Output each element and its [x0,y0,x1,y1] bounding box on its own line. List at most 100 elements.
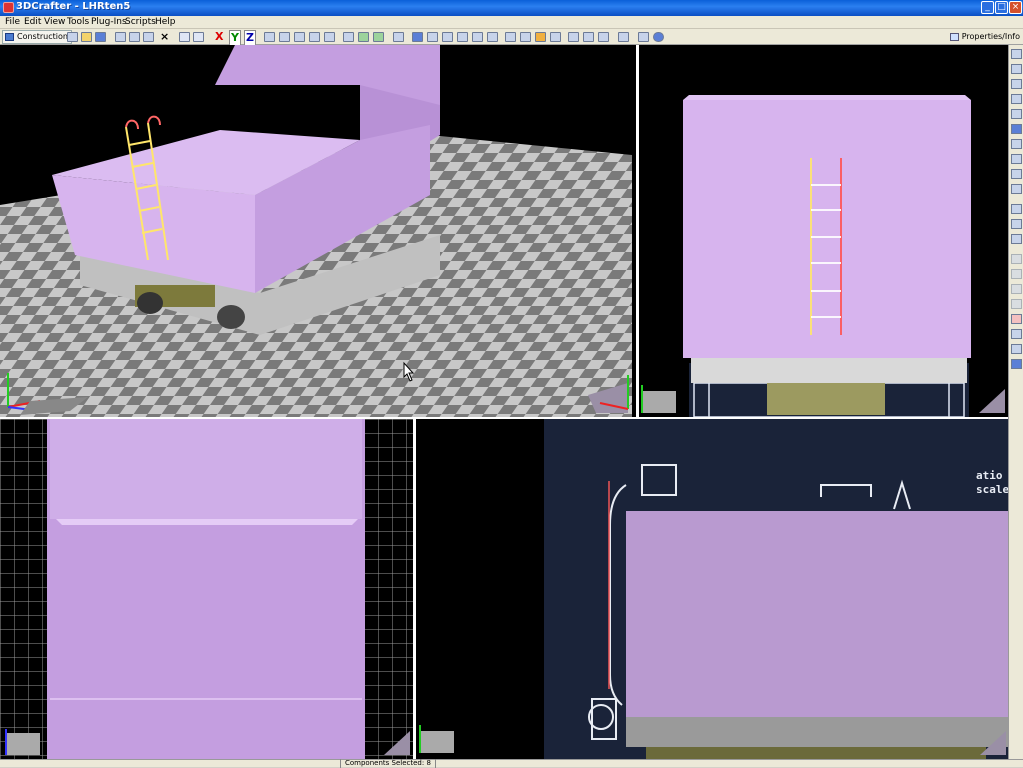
wheel-right [217,305,245,329]
select-object-icon[interactable] [373,32,384,42]
maximize-button[interactable]: □ [995,1,1008,14]
bone-icon[interactable] [487,32,498,42]
box-select-tool-icon[interactable] [1011,64,1022,74]
new-file-icon[interactable] [67,32,78,42]
side-scene: atio 1:48 scale [416,419,1008,759]
perspective-scene [0,45,636,417]
menu-view[interactable]: View [44,17,65,27]
zoom-window-icon[interactable] [309,32,320,42]
axis-z-button[interactable]: Z [244,30,256,46]
front-fuel-tank [767,383,885,415]
select-group-icon[interactable] [358,32,369,42]
disabled-tool-a-icon[interactable] [1011,254,1022,264]
disabled-tool-b-icon[interactable] [1011,269,1022,279]
globe-icon[interactable] [638,32,649,42]
menu-help[interactable]: Help [155,17,176,27]
viewport-divider-vertical-top[interactable] [636,45,639,417]
layout-split-icon[interactable] [598,32,609,42]
pin-tool-icon[interactable] [1011,184,1022,194]
axis-tool-icon[interactable] [427,32,438,42]
menu-bar: File Edit View Tools Plug-Ins Scripts He… [0,16,1023,29]
front-viewport[interactable] [639,45,1008,417]
ungroup-tool-icon[interactable] [1011,234,1022,244]
app-window: 3DCrafter - LHRten5 _ □ × File Edit View… [0,0,1023,768]
zoom-selected-icon[interactable] [279,32,290,42]
side-viewport[interactable]: atio 1:48 scale [416,419,1008,759]
properties-icon [949,33,959,41]
camera-icon[interactable] [457,32,468,42]
axis-y-button[interactable]: Y [229,30,241,46]
layout-quad-icon[interactable] [583,32,594,42]
properties-info-button[interactable]: Properties/Info [949,30,1020,44]
cancel-tool-icon[interactable] [1011,314,1022,324]
delete-icon[interactable]: × [160,30,169,44]
unlink-tool-icon[interactable] [1011,344,1022,354]
save-icon[interactable] [95,32,106,42]
menu-scripts[interactable]: Scripts [125,17,156,27]
bulb-icon[interactable] [472,32,483,42]
pointer-tool-icon[interactable] [1011,49,1022,59]
zoom-all-icon[interactable] [294,32,305,42]
zoom-region-icon[interactable] [324,32,335,42]
main-toolbar: Construction × X Y Z Properties/Info [0,29,1023,46]
side-box-face [626,511,1008,717]
scale-tool-icon[interactable] [1011,124,1022,134]
zoom-extents-icon[interactable] [264,32,275,42]
copy-icon[interactable] [129,32,140,42]
viewport-area: atio 1:48 scale [0,45,1008,759]
close-button[interactable]: × [1009,1,1022,14]
title-bar[interactable]: 3DCrafter - LHRten5 _ □ × [0,0,1023,16]
viewport-divider-vertical-bottom[interactable] [413,419,416,759]
front-chassis [691,358,967,383]
align-tool-icon[interactable] [1011,204,1022,214]
redo-icon[interactable] [193,32,204,42]
app-icon[interactable] [3,2,14,13]
menu-tools[interactable]: Tools [67,17,89,27]
help-icon[interactable] [653,32,664,42]
axis-x-button[interactable]: X [215,30,223,44]
menu-plugins[interactable]: Plug-Ins [91,17,127,27]
status-bar: Components Selected: 8 [0,759,1023,768]
front-scene [639,45,1008,417]
undo-icon[interactable] [179,32,190,42]
render-icon[interactable] [520,32,531,42]
cube-icon[interactable] [412,32,423,42]
light-icon[interactable] [393,32,404,42]
render-preview-icon[interactable] [505,32,516,42]
paint-tool-icon[interactable] [1011,139,1022,149]
construction-mode-label: Construction [17,32,68,41]
link-tool-icon[interactable] [1011,329,1022,339]
disabled-tool-c-icon[interactable] [1011,284,1022,294]
minimize-button[interactable]: _ [981,1,994,14]
texture-icon[interactable] [550,32,561,42]
path-icon[interactable] [442,32,453,42]
rotate-tool-icon[interactable] [1011,94,1022,104]
disabled-tool-d-icon[interactable] [1011,299,1022,309]
fullscreen-icon[interactable] [618,32,629,42]
lasso-tool-icon[interactable] [1011,79,1022,89]
viewport-divider-horizontal[interactable] [0,417,1008,419]
group-tool-icon[interactable] [1011,219,1022,229]
layout-single-icon[interactable] [568,32,579,42]
side-chassis [626,717,1008,747]
material-icon[interactable] [535,32,546,42]
perspective-viewport[interactable] [0,45,636,417]
eyedropper-tool-icon[interactable] [1011,169,1022,179]
cut-icon[interactable] [115,32,126,42]
layers-tool-icon[interactable] [1011,359,1022,369]
construction-mode-button[interactable]: Construction [2,30,72,44]
top-viewport[interactable] [0,419,413,759]
select-icon[interactable] [343,32,354,42]
right-tool-strip [1008,45,1023,759]
wheel-left [137,292,163,314]
paste-icon[interactable] [143,32,154,42]
move-tool-icon[interactable] [1011,109,1022,119]
fill-tool-icon[interactable] [1011,154,1022,164]
open-folder-icon[interactable] [81,32,92,42]
blueprint-ratio-text: atio 1:48 [976,469,1008,482]
front-box-face [683,100,971,358]
menu-edit[interactable]: Edit [24,17,41,27]
blueprint-scale-text: scale [976,483,1008,496]
menu-file[interactable]: File [5,17,20,27]
properties-info-label: Properties/Info [961,32,1020,41]
